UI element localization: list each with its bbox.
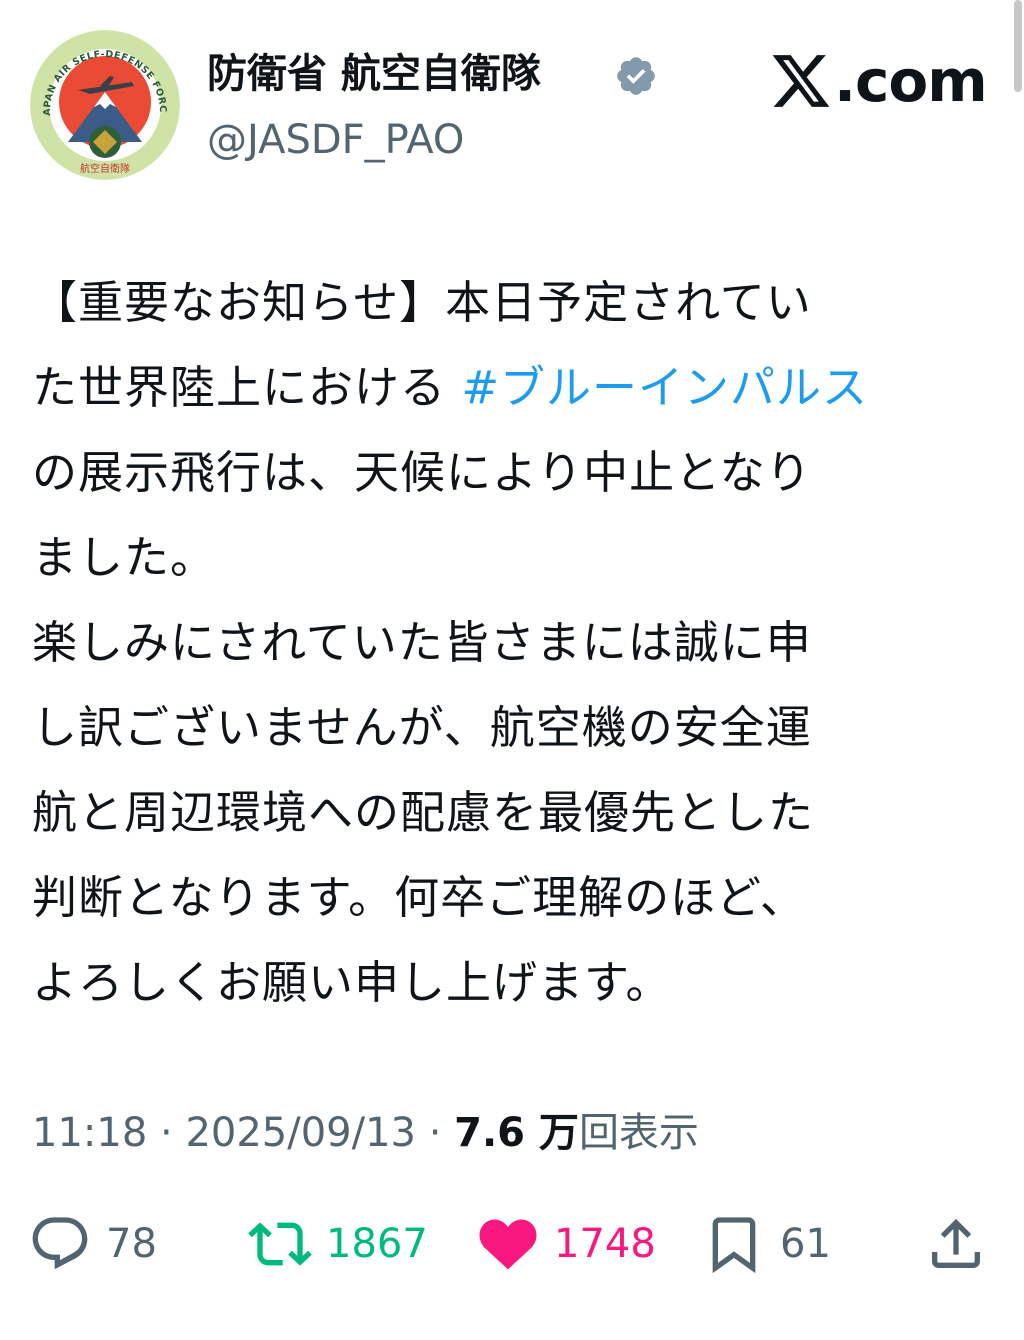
tweet-line: 航と周辺環境への配慮を最優先とした — [32, 770, 1007, 855]
tweet-line: 判断となります。何卒ご理解のほど、 — [32, 855, 1007, 940]
tweet-line-text: よろしくお願い申し上げます。 — [32, 956, 672, 1009]
reply-icon — [32, 1217, 88, 1270]
tweet-line-text: ました。 — [32, 531, 217, 584]
hashtag-link[interactable]: #ブルーインパルス — [461, 361, 868, 414]
action-bar: 78 1867 1748 61 — [28, 1208, 998, 1280]
retweet-count: 1867 — [326, 1221, 428, 1267]
tweet-line-text: 楽しみにされていた皆さまには誠に申 — [32, 616, 812, 669]
tweet-line-text: 判断となります。何卒ご理解のほど、 — [32, 871, 806, 924]
views-label: 回表示 — [578, 1110, 699, 1156]
user-handle[interactable]: @JASDF_PAO — [207, 114, 464, 166]
like-button[interactable]: 1748 — [476, 1208, 656, 1280]
bookmark-count: 61 — [780, 1221, 831, 1267]
avatar[interactable]: JAPAN AIR SELF-DEFENSE FORCE 航空自衛隊 — [30, 30, 180, 180]
x-logo-icon — [772, 55, 830, 107]
avatar-bottom-text: 航空自衛隊 — [80, 162, 130, 175]
tweet-line: し訳ございませんが、航空機の安全運 — [32, 685, 1007, 770]
tweet-screenshot: JAPAN AIR SELF-DEFENSE FORCE 航空自衛隊 防衛省 航… — [0, 0, 1024, 1340]
views-count: 7.6 万 — [454, 1110, 579, 1156]
reply-button[interactable]: 78 — [28, 1208, 157, 1280]
jasdf-emblem-icon: JAPAN AIR SELF-DEFENSE FORCE 航空自衛隊 — [30, 30, 180, 180]
tweet-meta: 11:18 · 2025/09/13 · 7.6 万回表示 — [32, 1103, 699, 1163]
tweet-line: た世界陸上における #ブルーインパルス — [32, 345, 1007, 430]
bookmark-button[interactable]: 61 — [702, 1208, 831, 1280]
bookmark-icon — [712, 1217, 756, 1274]
x-com-logo: .com — [770, 46, 988, 116]
tweet-line-text: し訳ございませんが、航空機の安全運 — [32, 701, 812, 754]
tweet-line-text: 【重要なお知らせ】本日予定されてい — [32, 276, 812, 329]
tweet-date[interactable]: 2025/09/13 — [185, 1110, 416, 1156]
display-name[interactable]: 防衛省 航空自衛隊 — [207, 48, 541, 100]
meta-separator: · — [147, 1110, 186, 1156]
share-icon — [932, 1218, 980, 1268]
share-button[interactable] — [924, 1208, 988, 1280]
tweet-text: 【重要なお知らせ】本日予定されてい た世界陸上における #ブルーインパルス の展… — [32, 260, 1007, 1025]
tweet-time[interactable]: 11:18 — [32, 1110, 147, 1156]
tweet-line: 【重要なお知らせ】本日予定されてい — [32, 260, 1007, 345]
like-count: 1748 — [554, 1221, 656, 1267]
tweet-line: の展示飛行は、天候により中止となり — [32, 430, 1007, 515]
verified-badge-icon — [617, 57, 655, 95]
heart-icon — [479, 1219, 537, 1270]
reply-count: 78 — [106, 1221, 157, 1267]
meta-separator: · — [415, 1110, 455, 1156]
tweet-line-text: 航と周辺環境への配慮を最優先とした — [32, 786, 815, 839]
tweet-line-text: の展示飛行は、天候により中止となり — [32, 446, 812, 499]
site-domain: com — [855, 47, 988, 115]
retweet-button[interactable]: 1867 — [248, 1208, 428, 1280]
tweet-line: 楽しみにされていた皆さまには誠に申 — [32, 600, 1007, 685]
retweet-icon — [248, 1222, 312, 1266]
tweet-line: ました。 — [32, 515, 1007, 600]
site-domain-text: .com — [834, 47, 988, 115]
tweet-line-text: た世界陸上における — [32, 361, 462, 414]
tweet-line: よろしくお願い申し上げます。 — [32, 940, 1007, 1025]
scrollbar[interactable] — [1014, 0, 1022, 92]
